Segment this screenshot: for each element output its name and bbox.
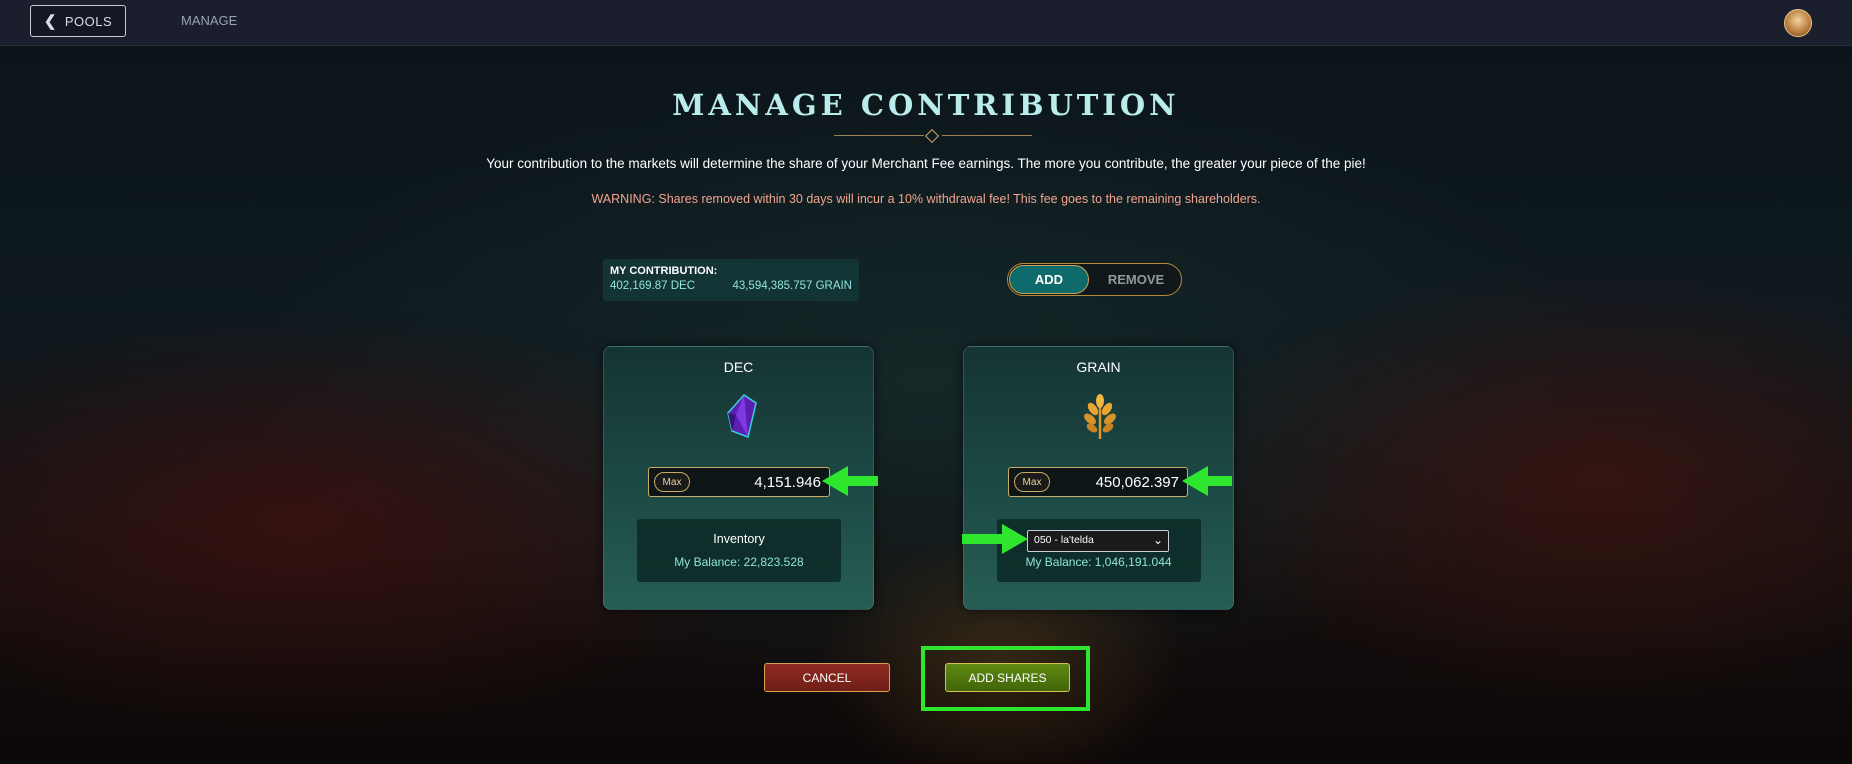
page-title: MANAGE CONTRIBUTION <box>672 88 1180 122</box>
my-contribution-panel: MY CONTRIBUTION: 402,169.87 DEC 43,594,3… <box>603 259 859 301</box>
dec-balance: My Balance: 22,823.528 <box>674 555 804 569</box>
back-to-pools-button[interactable]: ❮ POOLS <box>30 5 126 37</box>
grain-source-select[interactable]: 050 - la'telda ⌄ <box>1027 530 1169 552</box>
dec-card-title: DEC <box>723 359 754 375</box>
grain-amount-value: 450,062.397 <box>1095 474 1179 491</box>
annotation-arrow-left-icon <box>822 466 878 496</box>
avatar-icon[interactable] <box>1784 9 1812 37</box>
warning-text: WARNING: Shares removed within 30 days w… <box>591 192 1261 206</box>
crystal-icon <box>727 394 757 439</box>
inventory-label: Inventory <box>713 532 765 546</box>
chevron-left-icon: ❮ <box>43 13 57 30</box>
dec-amount-value: 4,151.946 <box>754 474 821 491</box>
grain-max-button[interactable]: Max <box>1014 472 1050 492</box>
grain-source-selected: 050 - la'telda <box>1034 534 1094 546</box>
description-text: Your contribution to the markets will de… <box>486 156 1366 171</box>
grain-balance: My Balance: 1,046,191.044 <box>1025 555 1172 569</box>
back-button-label: POOLS <box>64 13 113 29</box>
add-mode-button[interactable]: ADD <box>1009 265 1089 294</box>
annotation-arrow-right-icon <box>962 524 1028 554</box>
dec-max-button[interactable]: Max <box>654 472 690 492</box>
grain-amount-input[interactable]: Max 450,062.397 <box>1008 467 1188 497</box>
dec-amount-input[interactable]: Max 4,151.946 <box>648 467 830 497</box>
contribution-grain: 43,594,385.757 GRAIN <box>732 280 852 292</box>
grain-card-title: GRAIN <box>1076 359 1121 375</box>
remove-mode-button[interactable]: REMOVE <box>1092 265 1180 294</box>
wheat-icon <box>1084 394 1116 439</box>
annotation-highlight-box <box>921 646 1090 711</box>
add-remove-toggle: ADD REMOVE <box>1007 263 1182 296</box>
contribution-label: MY CONTRIBUTION: <box>610 265 718 277</box>
breadcrumb-manage: MANAGE <box>181 13 238 28</box>
title-divider <box>834 128 1032 144</box>
top-bar: ❮ POOLS MANAGE <box>0 0 1852 46</box>
annotation-arrow-left-icon <box>1182 466 1232 496</box>
dec-inventory-panel: Inventory My Balance: 22,823.528 <box>637 519 841 582</box>
contribution-dec: 402,169.87 DEC <box>610 280 696 292</box>
chevron-down-icon: ⌄ <box>1152 533 1163 547</box>
cancel-button[interactable]: CANCEL <box>764 663 890 692</box>
